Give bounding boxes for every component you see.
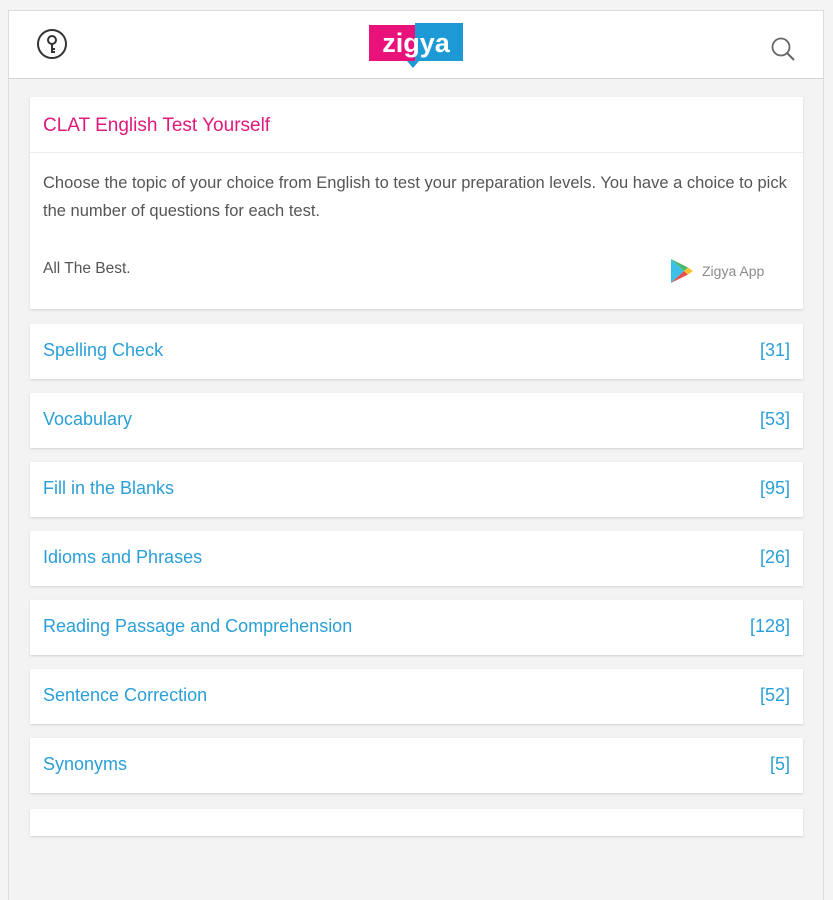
key-icon[interactable] bbox=[36, 28, 68, 60]
topic-name: Fill in the Blanks bbox=[43, 478, 175, 498]
topic-name: Vocabulary bbox=[43, 409, 133, 429]
topic-name: Reading Passage and Comprehension bbox=[43, 616, 353, 636]
topic-name: Synonyms bbox=[43, 754, 128, 774]
topic-name: Idioms and Phrases bbox=[43, 547, 203, 567]
intro-card: CLAT English Test Yourself Choose the to… bbox=[30, 97, 803, 309]
topic-item[interactable]: Fill in the Blanks [95] bbox=[30, 462, 803, 517]
search-icon[interactable] bbox=[769, 35, 797, 63]
topic-count: [31] bbox=[759, 340, 790, 360]
divider bbox=[30, 152, 803, 153]
page-frame: zigya CLAT English Test Yourself Choose … bbox=[8, 10, 824, 900]
empty-card bbox=[30, 809, 803, 836]
zigya-logo[interactable]: zigya bbox=[369, 23, 465, 69]
topic-count: [26] bbox=[759, 547, 790, 567]
topic-item[interactable]: Sentence Correction [52] bbox=[30, 669, 803, 724]
intro-description: Choose the topic of your choice from Eng… bbox=[43, 174, 787, 220]
topic-item[interactable]: Reading Passage and Comprehension [128] bbox=[30, 600, 803, 655]
topic-name: Spelling Check bbox=[43, 340, 164, 360]
topic-count: [53] bbox=[759, 409, 790, 429]
play-store-icon bbox=[671, 259, 693, 283]
logo-text: zigya bbox=[382, 28, 451, 58]
topic-item[interactable]: Synonyms [5] bbox=[30, 738, 803, 793]
intro-signoff: All The Best. bbox=[43, 260, 131, 277]
topic-item[interactable]: Idioms and Phrases [26] bbox=[30, 531, 803, 586]
topic-count: [52] bbox=[759, 685, 790, 705]
topic-count: [5] bbox=[769, 754, 790, 774]
topic-item[interactable]: Vocabulary [53] bbox=[30, 393, 803, 448]
app-header: zigya bbox=[9, 10, 823, 79]
topic-name: Sentence Correction bbox=[43, 685, 208, 705]
zigya-app-link[interactable]: Zigya App bbox=[670, 257, 764, 285]
page-title: CLAT English Test Yourself bbox=[43, 115, 271, 136]
topic-count: [128] bbox=[749, 616, 790, 636]
zigya-app-label: Zigya App bbox=[702, 263, 765, 279]
topic-item[interactable]: Spelling Check [31] bbox=[30, 324, 803, 379]
topic-count: [95] bbox=[759, 478, 790, 498]
